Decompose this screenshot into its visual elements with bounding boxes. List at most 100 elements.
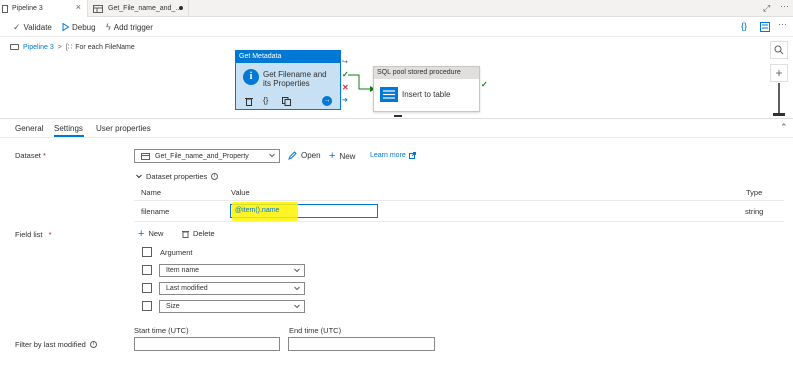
- chevron-down-icon: [136, 174, 142, 179]
- completion-handle-icon[interactable]: ➜: [342, 96, 348, 104]
- field-checkbox[interactable]: [142, 265, 152, 275]
- learn-more-link[interactable]: Learn more: [370, 152, 416, 159]
- play-icon: [62, 23, 69, 31]
- zoom-in-button[interactable]: +: [770, 64, 788, 82]
- chevron-down-icon: [269, 153, 275, 158]
- delete-field-button[interactable]: Delete: [182, 229, 215, 238]
- code-view-icon[interactable]: {}: [741, 21, 747, 31]
- collapse-panel-icon[interactable]: ⌃: [780, 122, 788, 133]
- debug-label: Debug: [72, 22, 96, 32]
- tab-dataset[interactable]: Get_File_name_and_...: [89, 0, 189, 17]
- external-link-icon: [408, 152, 416, 159]
- tab-user-properties[interactable]: User properties: [96, 124, 151, 133]
- search-canvas-button[interactable]: [770, 41, 788, 59]
- breadcrumb: Pipeline 3 > [∷ For each FileName: [10, 42, 135, 52]
- field-checkbox[interactable]: [142, 301, 152, 311]
- tab-strip: Pipeline 3 × Get_File_name_and_... ⤢ ···: [0, 0, 793, 17]
- panel-resize-handle[interactable]: [394, 115, 402, 117]
- argument-column-header: Argument: [160, 248, 193, 257]
- dataset-label-text: Dataset: [15, 151, 41, 160]
- field-select-size[interactable]: Size: [159, 300, 305, 313]
- copy-icon[interactable]: [282, 97, 291, 106]
- activity-type-label: Get Metadata: [236, 51, 340, 63]
- skip-handle-icon[interactable]: ↪: [342, 58, 348, 66]
- field-checkbox[interactable]: [142, 283, 152, 293]
- trash-icon: [182, 230, 189, 238]
- go-arrow-icon[interactable]: →: [322, 96, 332, 106]
- start-time-input[interactable]: [134, 337, 280, 351]
- info-icon: i: [243, 69, 259, 85]
- stored-procedure-icon: [380, 87, 398, 102]
- learn-more-label: Learn more: [370, 152, 406, 159]
- new-field-button[interactable]: + New: [138, 228, 164, 239]
- field-select-value: Last modified: [166, 285, 208, 292]
- start-time-label: Start time (UTC): [134, 326, 189, 335]
- foreach-icon: [∷: [65, 44, 73, 51]
- properties-icon[interactable]: [760, 22, 770, 32]
- activity-name-line1: Get Filename and: [263, 70, 327, 79]
- field-list-label: Field list *: [15, 230, 52, 239]
- open-dataset-button[interactable]: Open: [288, 151, 321, 160]
- tab-settings[interactable]: Settings: [54, 124, 83, 133]
- tab-pipeline-3[interactable]: Pipeline 3 ×: [0, 0, 88, 17]
- column-header-value: Value: [231, 188, 250, 197]
- chevron-down-icon: [294, 286, 300, 290]
- get-metadata-activity[interactable]: Get Metadata i Get Filename and its Prop…: [235, 50, 341, 110]
- table-icon: [141, 152, 150, 160]
- pipeline-icon: [10, 44, 19, 50]
- tab-label: Get_File_name_and_...: [108, 5, 182, 12]
- table-row: filename @item().name string: [134, 201, 784, 221]
- expand-icon[interactable]: ⤢: [763, 3, 770, 14]
- required-marker: *: [42, 151, 46, 160]
- field-list-label-text: Field list: [15, 230, 43, 239]
- panel-divider: [0, 118, 793, 119]
- select-all-checkbox[interactable]: [142, 247, 152, 257]
- validate-button[interactable]: ✓ Validate: [13, 20, 52, 34]
- info-icon: i: [89, 341, 97, 348]
- breadcrumb-activity: For each FileName: [75, 43, 135, 51]
- property-name: filename: [141, 207, 170, 216]
- chevron-down-icon: [294, 268, 300, 272]
- zoom-slider[interactable]: [778, 83, 780, 115]
- field-select-item-name[interactable]: Item name: [159, 264, 305, 277]
- column-header-type: Type: [746, 188, 763, 197]
- code-icon[interactable]: {}: [263, 96, 268, 105]
- sql-pool-stored-procedure-activity[interactable]: SQL pool stored procedure Insert to tabl…: [373, 66, 480, 112]
- activity-name-line2: its Properties: [263, 79, 310, 88]
- end-time-input[interactable]: [288, 337, 435, 351]
- end-time-label: End time (UTC): [289, 326, 342, 335]
- dataset-label: Dataset *: [15, 151, 46, 160]
- field-select-value: Item name: [166, 267, 200, 274]
- lightning-icon: ϟ: [106, 22, 111, 32]
- property-type: string: [745, 207, 764, 216]
- property-value: @item().name: [235, 207, 280, 214]
- column-header-name: Name: [141, 188, 162, 197]
- filter-label-text: Filter by last modified: [15, 340, 86, 349]
- more-actions-icon[interactable]: ···: [778, 19, 787, 29]
- zoom-slider-thumb[interactable]: [773, 113, 785, 116]
- dataset-properties-toggle[interactable]: Dataset properties i: [136, 172, 219, 181]
- required-marker: *: [48, 230, 52, 239]
- tab-general[interactable]: General: [15, 124, 43, 133]
- add-trigger-label: Add trigger: [113, 22, 153, 32]
- info-icon: i: [211, 173, 219, 180]
- dataset-select-value: Get_File_name_and_Property: [155, 152, 249, 160]
- sql-success-handle-icon[interactable]: ✓: [481, 80, 488, 89]
- field-select-last-modified[interactable]: Last modified: [159, 282, 305, 295]
- table-icon: [93, 4, 103, 13]
- activity-type-label: SQL pool stored procedure: [374, 67, 479, 79]
- tab-label: Pipeline 3: [12, 5, 43, 12]
- new-dataset-button[interactable]: + New: [329, 150, 355, 162]
- dataset-select[interactable]: Get_File_name_and_Property: [134, 149, 280, 163]
- add-trigger-button[interactable]: ϟ Add trigger: [106, 20, 153, 34]
- more-options-icon[interactable]: ···: [780, 1, 789, 11]
- new-field-label: New: [148, 229, 164, 238]
- search-icon: [774, 45, 784, 55]
- pencil-icon: [288, 151, 297, 160]
- close-icon[interactable]: ×: [76, 2, 81, 12]
- breadcrumb-pipeline[interactable]: Pipeline 3: [23, 44, 54, 51]
- pipeline-toolbar: ✓ Validate Debug ϟ Add trigger {} ···: [0, 17, 793, 37]
- delete-icon[interactable]: [245, 97, 253, 106]
- debug-button[interactable]: Debug: [62, 20, 96, 34]
- zoom-controls: +: [768, 41, 790, 117]
